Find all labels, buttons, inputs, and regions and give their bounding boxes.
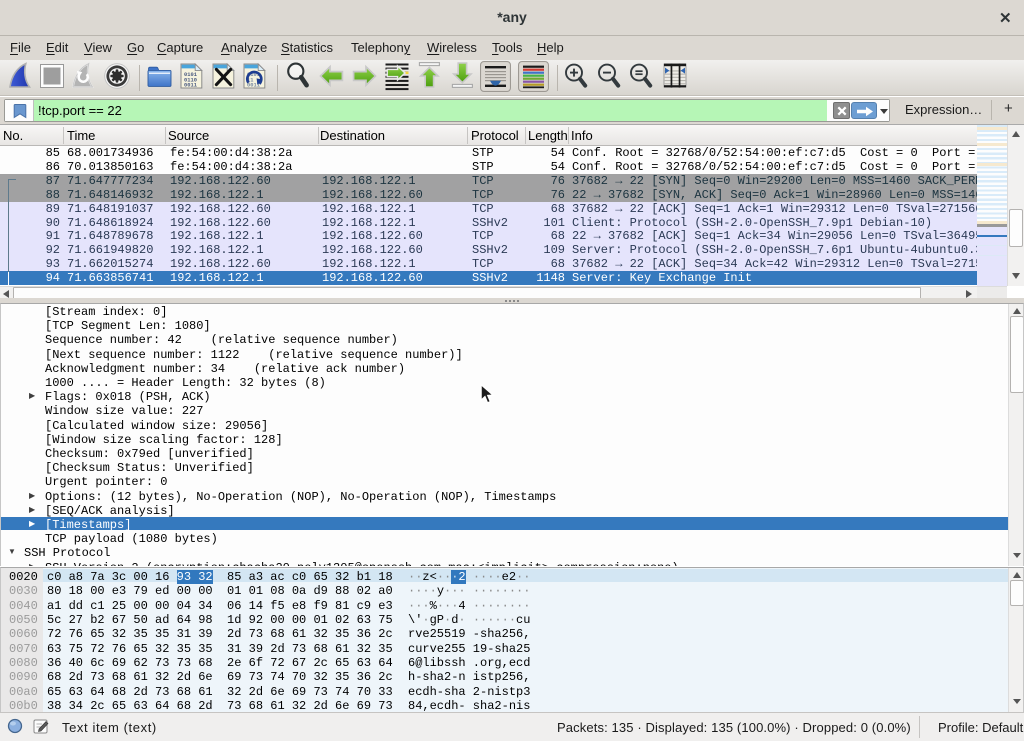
svg-text:0011: 0011 (184, 83, 197, 89)
